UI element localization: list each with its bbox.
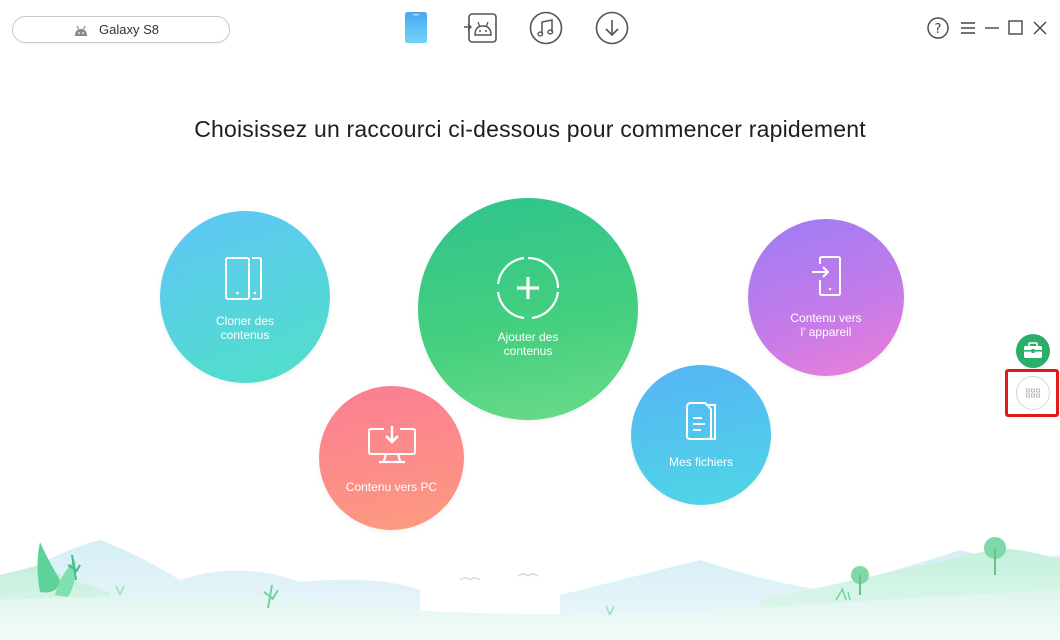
clone-content-button[interactable]: Cloner des contenus bbox=[160, 211, 330, 383]
device-name: Galaxy S8 bbox=[99, 22, 159, 37]
svg-text:?: ? bbox=[935, 22, 942, 37]
minimize-icon[interactable] bbox=[981, 17, 1003, 39]
close-icon[interactable] bbox=[1029, 17, 1051, 39]
add-circle-icon bbox=[496, 256, 560, 320]
device-selector[interactable]: Galaxy S8 bbox=[12, 16, 230, 43]
add-content-label: Ajouter des contenus bbox=[497, 330, 559, 358]
help-icon[interactable]: ? bbox=[927, 17, 949, 39]
content-to-device-button[interactable]: Contenu vers l’ appareil bbox=[748, 219, 904, 376]
music-icon[interactable] bbox=[529, 11, 563, 45]
maximize-icon[interactable] bbox=[1005, 17, 1027, 39]
document-icon bbox=[686, 402, 716, 440]
apps-button-highlight bbox=[1005, 369, 1059, 417]
computer-download-icon bbox=[367, 426, 416, 464]
menu-icon[interactable] bbox=[957, 17, 979, 39]
toolkit-button[interactable] bbox=[1015, 333, 1051, 369]
add-content-button[interactable]: Ajouter des contenus bbox=[418, 198, 638, 420]
my-files-button[interactable]: Mes fichiers bbox=[631, 365, 771, 505]
content-to-pc-label: Contenu vers PC bbox=[345, 480, 438, 494]
page-title: Choisissez un raccourci ci-dessous pour … bbox=[194, 116, 866, 142]
content-to-device-label: Contenu vers l’ appareil bbox=[790, 311, 862, 339]
android-icon bbox=[75, 25, 87, 36]
landscape-illustration bbox=[0, 537, 1060, 640]
content-to-pc-button[interactable]: Contenu vers PC bbox=[319, 386, 464, 530]
download-icon[interactable] bbox=[595, 11, 629, 45]
device-manager-icon[interactable] bbox=[399, 11, 433, 45]
clone-phones-icon bbox=[225, 257, 262, 300]
my-files-label: Mes fichiers bbox=[668, 455, 733, 469]
clone-content-label: Cloner des contenus bbox=[215, 314, 275, 342]
phone-import-icon bbox=[812, 256, 841, 296]
android-mover-icon[interactable] bbox=[464, 11, 498, 45]
